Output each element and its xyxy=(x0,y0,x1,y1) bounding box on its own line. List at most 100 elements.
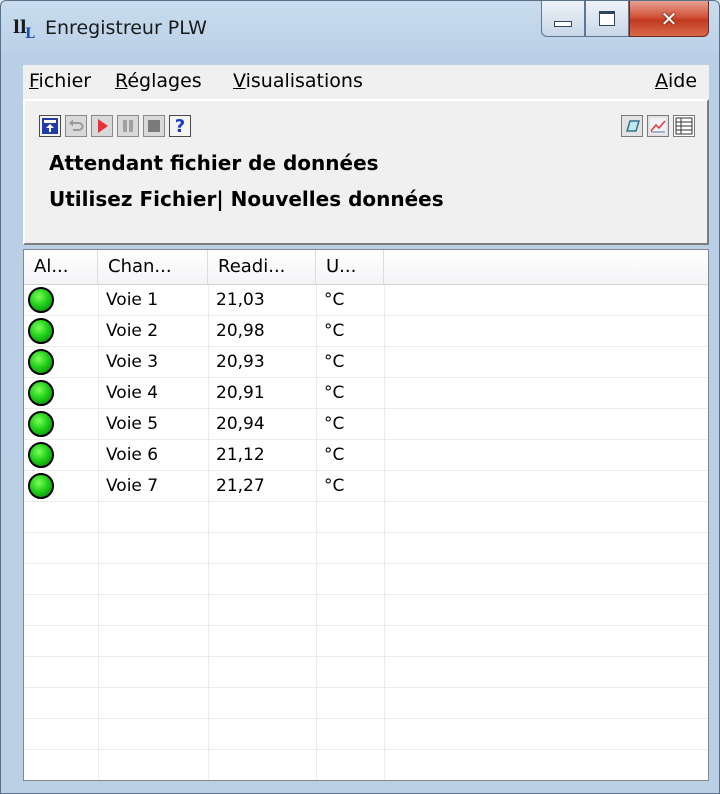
pause-icon xyxy=(123,120,133,132)
channel-cell: Voie 4 xyxy=(106,383,159,403)
menu-aide-label: ide xyxy=(668,70,698,92)
maximize-icon xyxy=(599,11,615,26)
xy-graph-button[interactable] xyxy=(621,115,643,137)
minimize-button[interactable] xyxy=(541,1,585,37)
alarm-cell xyxy=(24,440,98,470)
table-row[interactable]: Voie 7 21,27 °C xyxy=(24,471,708,502)
channel-cell: Voie 6 xyxy=(106,445,159,465)
undo-button[interactable] xyxy=(65,115,87,137)
channel-cell: Voie 3 xyxy=(106,352,159,372)
alarm-ok-led-icon xyxy=(28,287,54,313)
menu-visualisations-mnemonic: V xyxy=(233,70,246,92)
column-header-unit[interactable]: U... xyxy=(316,250,384,284)
help-button[interactable]: ? xyxy=(169,115,191,137)
unit-cell: °C xyxy=(324,352,345,372)
menu-visualisations[interactable]: Visualisations xyxy=(233,70,363,92)
empty-row xyxy=(24,564,708,595)
table-row[interactable]: Voie 2 20,98 °C xyxy=(24,316,708,347)
menu-reglages-label: églages xyxy=(127,70,202,92)
status-hint: Utilisez Fichier| Nouvelles données xyxy=(49,187,444,211)
reading-cell: 21,12 xyxy=(216,445,265,465)
spreadsheet-icon xyxy=(675,117,693,135)
alarm-cell xyxy=(24,378,98,408)
column-header-channel[interactable]: Chan... xyxy=(98,250,208,284)
unit-cell: °C xyxy=(324,445,345,465)
graph-button[interactable] xyxy=(647,115,669,137)
title-bar[interactable]: ll L Enregistreur PLW ✕ xyxy=(1,1,719,59)
menu-reglages[interactable]: Réglages xyxy=(115,70,202,92)
menu-bar: Fichier Réglages Visualisations Aide xyxy=(23,65,709,100)
pause-button[interactable] xyxy=(117,115,139,137)
status-message: Attendant fichier de données xyxy=(49,151,379,175)
plw-logo-icon: ll L xyxy=(13,17,35,42)
minimize-icon xyxy=(554,20,572,27)
reading-cell: 21,03 xyxy=(216,290,265,310)
alarm-ok-led-icon xyxy=(28,349,54,375)
unit-cell: °C xyxy=(324,414,345,434)
xy-graph-icon xyxy=(625,120,641,132)
channel-cell: Voie 5 xyxy=(106,414,159,434)
window-title: Enregistreur PLW xyxy=(45,17,207,39)
stop-icon xyxy=(148,120,160,132)
reading-cell: 20,91 xyxy=(216,383,265,403)
alarm-ok-led-icon xyxy=(28,318,54,344)
alarm-ok-led-icon xyxy=(28,411,54,437)
unit-cell: °C xyxy=(324,476,345,496)
empty-row xyxy=(24,657,708,688)
reading-cell: 20,98 xyxy=(216,321,265,341)
alarm-ok-led-icon xyxy=(28,473,54,499)
table-row[interactable]: Voie 4 20,91 °C xyxy=(24,378,708,409)
close-icon: ✕ xyxy=(660,6,678,31)
menu-visualisations-label: isualisations xyxy=(245,70,363,92)
help-icon: ? xyxy=(174,115,186,137)
reading-cell: 20,94 xyxy=(216,414,265,434)
record-button[interactable] xyxy=(91,115,113,137)
unit-cell: °C xyxy=(324,321,345,341)
menu-fichier-label: ichier xyxy=(38,70,92,92)
close-button[interactable]: ✕ xyxy=(629,1,709,37)
alarm-cell xyxy=(24,409,98,439)
column-header-alarm[interactable]: Al... xyxy=(24,250,98,284)
table-row[interactable]: Voie 3 20,93 °C xyxy=(24,347,708,378)
reading-cell: 20,93 xyxy=(216,352,265,372)
unit-cell: °C xyxy=(324,290,345,310)
empty-row xyxy=(24,750,708,780)
channel-cell: Voie 1 xyxy=(106,290,159,310)
empty-row xyxy=(24,719,708,750)
alarm-ok-led-icon xyxy=(28,442,54,468)
table-row[interactable]: Voie 5 20,94 °C xyxy=(24,409,708,440)
maximize-button[interactable] xyxy=(585,1,629,37)
menu-fichier-mnemonic: F xyxy=(29,70,39,92)
reading-cell: 21,27 xyxy=(216,476,265,496)
channel-cell: Voie 2 xyxy=(106,321,159,341)
app-window: ll L Enregistreur PLW ✕ Fichier Réglages … xyxy=(0,0,720,794)
empty-row xyxy=(24,502,708,533)
menu-fichier[interactable]: Fichier xyxy=(29,70,91,92)
table-row[interactable]: Voie 6 21,12 °C xyxy=(24,440,708,471)
open-file-button[interactable] xyxy=(39,115,61,137)
alarm-cell xyxy=(24,285,98,315)
channel-cell: Voie 7 xyxy=(106,476,159,496)
alarm-cell xyxy=(24,316,98,346)
empty-row xyxy=(24,688,708,719)
empty-row xyxy=(24,626,708,657)
stop-button[interactable] xyxy=(143,115,165,137)
record-icon xyxy=(98,119,108,133)
unit-cell: °C xyxy=(324,383,345,403)
empty-row xyxy=(24,595,708,626)
alarm-ok-led-icon xyxy=(28,380,54,406)
column-header-reading[interactable]: Readi... xyxy=(208,250,316,284)
menu-reglages-mnemonic: R xyxy=(115,70,128,92)
alarm-cell xyxy=(24,347,98,377)
alarm-cell xyxy=(24,471,98,501)
table-row[interactable]: Voie 1 21,03 °C xyxy=(24,285,708,316)
spreadsheet-button[interactable] xyxy=(673,115,695,137)
list-header: Al... Chan... Readi... U... xyxy=(24,250,708,285)
open-file-icon xyxy=(42,118,58,134)
graph-icon xyxy=(650,118,666,134)
channel-list[interactable]: Al... Chan... Readi... U... Voie 1 21,03 °… xyxy=(23,249,709,781)
menu-aide-mnemonic: A xyxy=(655,70,668,92)
undo-icon xyxy=(69,119,84,131)
menu-aide[interactable]: Aide xyxy=(655,70,697,92)
toolbar-panel: ? Attendant fichier de données Utilisez … xyxy=(23,99,709,245)
